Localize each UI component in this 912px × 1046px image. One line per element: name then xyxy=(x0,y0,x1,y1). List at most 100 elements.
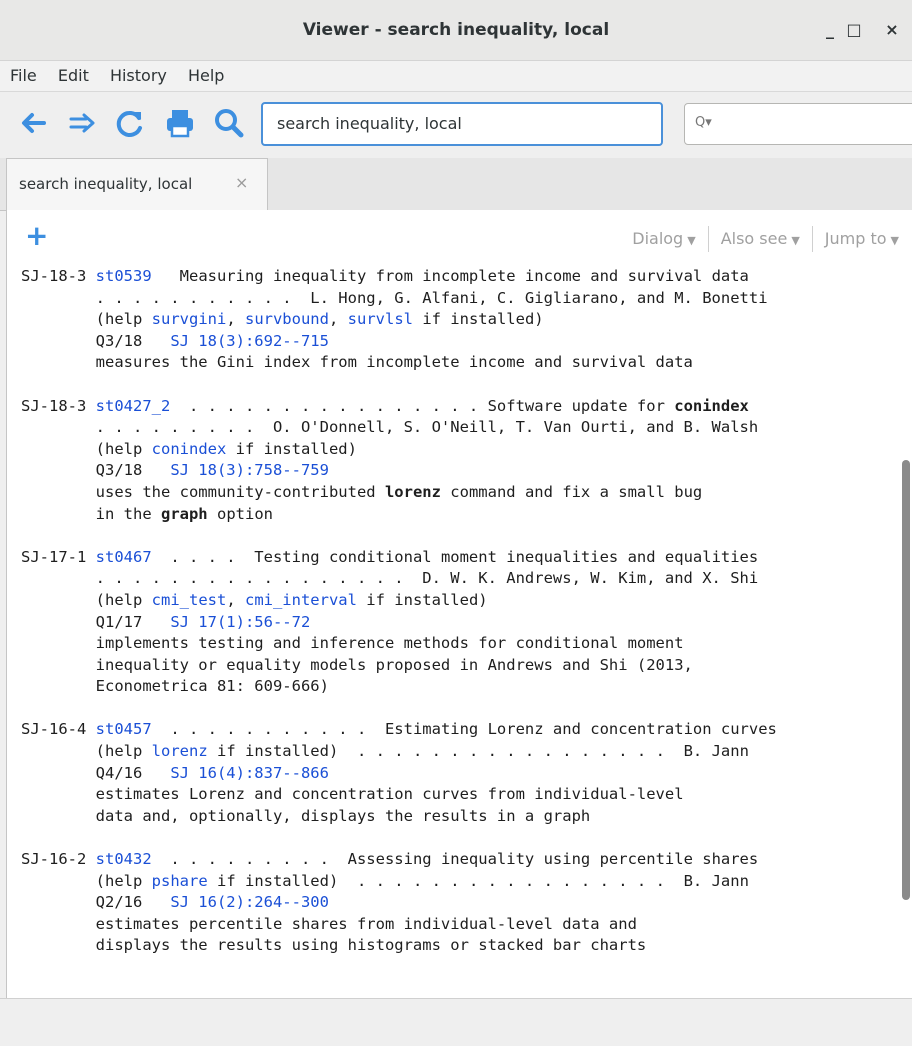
result-line: Q4/16 SJ 16(4):837--866 xyxy=(21,763,883,785)
search-dropdown-icon[interactable]: Q▾ xyxy=(695,115,712,130)
result-line: SJ-18-3 st0427_2 . . . . . . . . . . . .… xyxy=(21,396,883,418)
result-link[interactable]: survgini xyxy=(152,310,227,328)
menu-file[interactable]: File xyxy=(10,61,37,91)
vertical-scrollbar[interactable] xyxy=(899,264,912,998)
result-line: Q3/18 SJ 18(3):758--759 xyxy=(21,460,883,482)
jump-to-dropdown[interactable]: Jump to ▼ xyxy=(825,229,899,248)
result-line: . . . . . . . . . . . . . . . . . D. W. … xyxy=(21,568,883,590)
result-text: SJ-16-2 xyxy=(21,850,96,869)
result-line: measures the Gini index from incomplete … xyxy=(21,352,883,374)
result-text: Q4/16 xyxy=(21,763,171,782)
result-link[interactable]: st0539 xyxy=(96,267,152,285)
result-text: if installed) xyxy=(356,590,488,609)
close-button[interactable]: × xyxy=(880,18,904,42)
result-line: (help cmi_test, cmi_interval if installe… xyxy=(21,590,883,612)
divider xyxy=(811,226,813,252)
result-line: . . . . . . . . . O. O'Donnell, S. O'Nei… xyxy=(21,417,883,439)
result-text: . . . . . . . . . O. O'Donnell, S. O'Nei… xyxy=(21,418,759,437)
result-link[interactable]: SJ 16(2):264--300 xyxy=(170,893,329,911)
print-icon[interactable] xyxy=(163,106,197,140)
result-entry: SJ-17-1 st0467 . . . . Testing condition… xyxy=(21,547,883,698)
result-line: estimates Lorenz and concentration curve… xyxy=(21,784,883,806)
result-text: . . . . . . . . . Assessing inequality u… xyxy=(151,850,759,869)
chevron-down-icon: ▼ xyxy=(791,233,800,247)
result-link[interactable]: st0467 xyxy=(96,548,152,566)
result-text: if installed) xyxy=(412,310,544,329)
result-line: implements testing and inference methods… xyxy=(21,633,883,655)
result-link[interactable]: SJ 17(1):56--72 xyxy=(170,613,310,631)
search-box[interactable]: Q▾ xyxy=(684,103,912,145)
also-see-dropdown[interactable]: Also see ▼ xyxy=(721,229,800,248)
bold-text: graph xyxy=(160,504,208,523)
menu-edit[interactable]: Edit xyxy=(58,61,89,91)
also-see-label: Also see xyxy=(720,228,788,248)
command-input[interactable]: search inequality, local xyxy=(261,102,663,146)
result-text: SJ-18-3 xyxy=(21,267,96,285)
result-link[interactable]: SJ 18(3):758--759 xyxy=(170,461,329,479)
minimize-button[interactable]: _ xyxy=(818,18,842,42)
menu-history[interactable]: History xyxy=(110,61,167,91)
maximize-button[interactable]: □ xyxy=(842,18,866,42)
result-text: if installed) . . . . . . . . . . . . . … xyxy=(207,871,749,890)
forward-arrow-icon[interactable] xyxy=(66,106,100,140)
result-link[interactable]: pshare xyxy=(152,872,208,890)
result-text: if installed) xyxy=(226,439,357,458)
result-link[interactable]: st0427_2 xyxy=(96,397,171,415)
result-line: Econometrica 81: 609-666) xyxy=(21,676,883,698)
result-text: if installed) . . . . . . . . . . . . . … xyxy=(207,742,749,761)
result-text: data and, optionally, displays the resul… xyxy=(21,806,591,825)
result-entry: SJ-18-3 st0539 Measuring inequality from… xyxy=(21,266,883,374)
result-text: SJ-17-1 xyxy=(21,547,96,566)
result-text: estimates Lorenz and concentration curve… xyxy=(21,785,684,804)
refresh-icon[interactable] xyxy=(113,106,147,140)
result-link[interactable]: survlsl xyxy=(348,310,413,328)
window-title: Viewer - search inequality, local xyxy=(302,20,610,40)
content-toolbar: + Dialog ▼ Also see ▼ Jump to ▼ xyxy=(7,210,912,264)
result-text: implements testing and inference methods… xyxy=(21,634,684,653)
bold-text: lorenz xyxy=(384,482,441,501)
result-text: (help xyxy=(21,439,152,458)
result-link[interactable]: survbound xyxy=(245,310,329,328)
result-text: , xyxy=(226,590,245,609)
result-line: (help survgini, survbound, survlsl if in… xyxy=(21,309,883,331)
result-text: (help xyxy=(21,871,152,890)
result-link[interactable]: lorenz xyxy=(152,742,208,760)
scrollbar-thumb[interactable] xyxy=(902,460,910,900)
title-bar: Viewer - search inequality, local _ □ × xyxy=(0,0,912,61)
result-line: (help lorenz if installed) . . . . . . .… xyxy=(21,741,883,763)
result-link[interactable]: st0432 xyxy=(96,850,152,868)
result-text: , xyxy=(328,310,348,329)
result-line: Q3/18 SJ 18(3):692--715 xyxy=(21,331,883,353)
dialog-label: Dialog xyxy=(632,228,684,248)
result-text: uses the community-contributed xyxy=(21,482,385,501)
result-text: Econometrica 81: 609-666) xyxy=(21,677,329,696)
dialog-dropdown[interactable]: Dialog ▼ xyxy=(632,229,695,248)
search-icon[interactable] xyxy=(212,106,246,140)
result-line: SJ-18-3 st0539 Measuring inequality from… xyxy=(21,266,883,288)
tab-search-inequality[interactable]: search inequality, local × xyxy=(6,158,268,211)
result-text: estimates percentile shares from individ… xyxy=(21,914,637,933)
menu-help[interactable]: Help xyxy=(188,61,224,91)
result-link[interactable]: cmi_interval xyxy=(245,591,357,609)
result-text: SJ-16-4 xyxy=(21,720,96,739)
result-link[interactable]: cmi_test xyxy=(152,591,227,609)
result-link[interactable]: conindex xyxy=(152,440,227,458)
result-text: Q2/16 xyxy=(21,893,171,912)
result-line: (help pshare if installed) . . . . . . .… xyxy=(21,871,883,893)
result-text: Q1/17 xyxy=(21,612,171,631)
result-line: uses the community-contributed lorenz co… xyxy=(21,482,883,504)
result-text: (help xyxy=(21,742,152,761)
result-line: . . . . . . . . . . . L. Hong, G. Alfani… xyxy=(21,288,883,310)
result-text: . . . . . . . . . . . . . . . . Software… xyxy=(170,396,675,415)
result-entry: SJ-18-3 st0427_2 . . . . . . . . . . . .… xyxy=(21,396,883,526)
chevron-down-icon: ▼ xyxy=(890,233,899,247)
result-link[interactable]: SJ 16(4):837--866 xyxy=(170,764,329,782)
chevron-down-icon: ▼ xyxy=(687,233,696,247)
tab-close-icon[interactable]: × xyxy=(235,173,248,192)
add-icon[interactable]: + xyxy=(25,222,48,250)
result-link[interactable]: SJ 18(3):692--715 xyxy=(170,332,329,350)
content-dropdowns: Dialog ▼ Also see ▼ Jump to ▼ xyxy=(632,226,899,252)
result-link[interactable]: st0457 xyxy=(96,720,152,738)
result-text: option xyxy=(207,504,273,523)
back-arrow-icon[interactable] xyxy=(16,106,50,140)
